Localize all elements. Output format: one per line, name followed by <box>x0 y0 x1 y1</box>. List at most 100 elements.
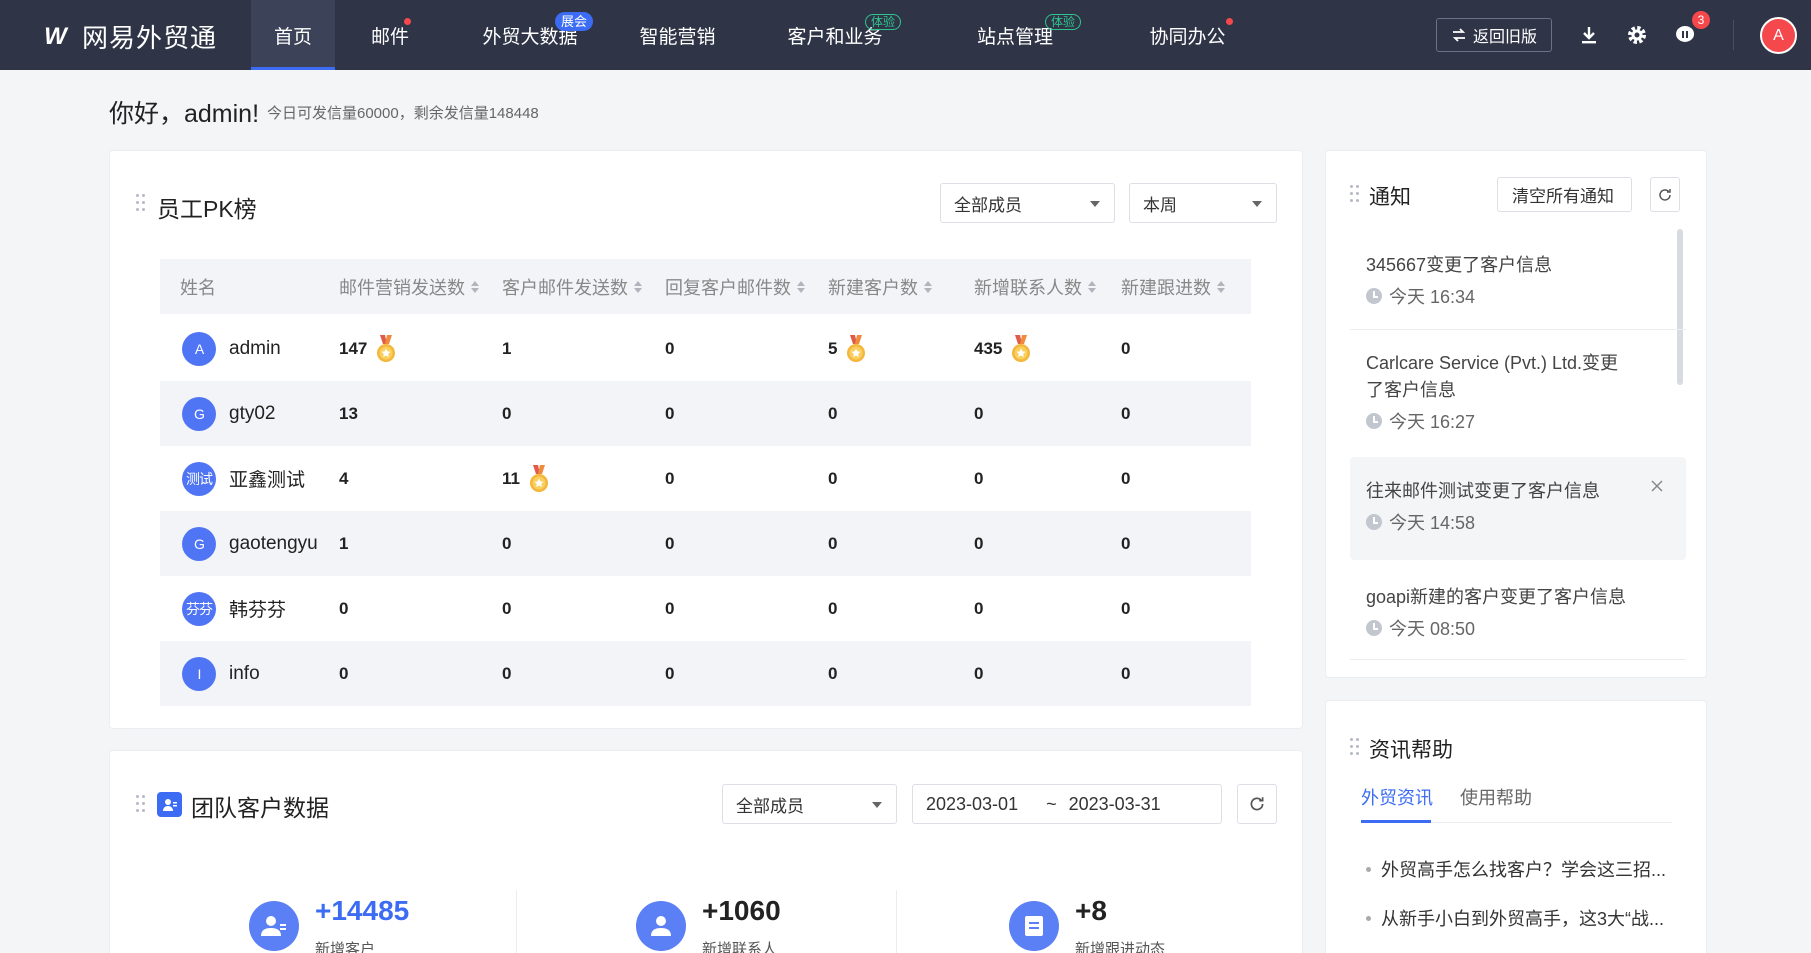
clock-icon <box>1366 413 1382 429</box>
notification-text: goapi新建的客户变更了客户信息 <box>1366 587 1627 607</box>
nav-mail[interactable]: 邮件 <box>335 0 445 70</box>
switch-icon <box>1452 28 1466 42</box>
new-contact-icon <box>636 901 686 951</box>
divider <box>896 890 897 953</box>
app-logo[interactable]: W 网易外贸通 <box>36 18 217 55</box>
metric-value: 0 <box>502 663 512 683</box>
nav-home[interactable]: 首页 <box>251 0 335 70</box>
stat-value: +14485 <box>315 895 410 926</box>
clock-icon <box>1366 514 1382 530</box>
notification-item[interactable]: 345667变更了客户信息 今天 16:34 <box>1350 242 1686 327</box>
stat-label: 新增联系人 <box>702 941 778 953</box>
member-select[interactable]: 全部成员 <box>722 784 897 824</box>
metric-value: 147 <box>339 338 368 358</box>
nav-smart-marketing[interactable]: 智能营销 <box>615 0 740 70</box>
metric-value: 0 <box>1121 468 1131 488</box>
metric-cell: 0 <box>1121 381 1130 446</box>
drag-handle-icon[interactable] <box>1350 185 1360 203</box>
notification-item[interactable]: Carlcare Service (Pvt.) Ltd.变更 了客户信息 今天 … <box>1350 340 1686 450</box>
employee-avatar: 芬芬 <box>182 591 216 626</box>
metric-value: 0 <box>665 338 675 358</box>
employee-avatar: 测试 <box>182 461 216 496</box>
employee-name-cell: Ggty02 <box>182 381 275 446</box>
employee-name: info <box>229 662 260 684</box>
chevron-down-icon <box>1090 201 1100 207</box>
metric-value: 0 <box>974 598 984 618</box>
col-replies[interactable]: 回复客户邮件数 <box>665 274 805 300</box>
metric-value: 0 <box>974 403 984 423</box>
stat-value: +1060 <box>702 895 781 926</box>
employee-avatar: A <box>182 331 216 366</box>
tab-usage-help[interactable]: 使用帮助 <box>1460 784 1532 810</box>
metric-value: 0 <box>339 598 349 618</box>
gear-icon[interactable] <box>1624 22 1650 48</box>
metric-cell: 0 <box>1121 511 1130 576</box>
notification-item[interactable]: goapi新建的客户变更了客户信息 今天 08:50 <box>1350 570 1686 658</box>
metric-value: 0 <box>502 598 512 618</box>
gold-medal-icon <box>528 464 550 493</box>
employee-name-cell: Aadmin <box>182 316 281 381</box>
greeting-title: 你好，admin! <box>109 100 260 128</box>
notification-item-hovered[interactable]: 往来邮件测试变更了客户信息 今天 14:58 <box>1350 457 1686 560</box>
nav-label: 邮件 <box>370 26 409 48</box>
col-marketing-sent[interactable]: 邮件营销发送数 <box>339 274 479 300</box>
nav-collab-office[interactable]: 协同办公 <box>1100 0 1275 70</box>
tab-active-indicator <box>1361 820 1431 823</box>
refresh-button[interactable] <box>1237 784 1277 824</box>
followup-icon <box>1009 901 1059 951</box>
nav-customers[interactable]: 客户和业务 体验 <box>740 0 930 70</box>
employee-name-cell: 测试 亚鑫测试 <box>182 446 305 511</box>
select-value: 全部成员 <box>954 195 1022 215</box>
download-icon[interactable] <box>1576 22 1602 48</box>
metric-cell: 0 <box>974 446 983 511</box>
table-row: 测试 亚鑫测试 4 11 0 0 0 0 <box>160 446 1251 511</box>
metric-value: 0 <box>665 533 675 553</box>
refresh-button[interactable] <box>1650 177 1680 212</box>
article-link[interactable]: 从新手小白到外贸高手，这3大“战... <box>1361 905 1664 931</box>
metric-cell: 1 <box>339 511 348 576</box>
metric-cell: 0 <box>974 381 983 446</box>
panel-title: 资讯帮助 <box>1369 739 1453 762</box>
divider <box>1350 329 1686 330</box>
col-new-customers[interactable]: 新建客户数 <box>828 274 932 300</box>
drag-handle-icon[interactable] <box>136 795 146 813</box>
select-value: 全部成员 <box>736 796 804 816</box>
notification-time: 今天 16:27 <box>1366 408 1475 434</box>
metric-value: 435 <box>974 338 1003 358</box>
clock-icon <box>1366 288 1382 304</box>
metric-value: 0 <box>502 403 512 423</box>
nav-label: 站点管理 <box>976 26 1053 48</box>
drag-handle-icon[interactable] <box>136 194 146 212</box>
employee-name-cell: Iinfo <box>182 641 260 706</box>
nav-trade-data[interactable]: 外贸大数据 展会 <box>445 0 615 70</box>
clear-all-notifications-button[interactable]: 清空所有通知 <box>1497 177 1632 212</box>
article-link[interactable]: 外贸高手怎么找客户？学会这三招... <box>1361 856 1666 882</box>
metric-value: 0 <box>828 468 838 488</box>
notification-text: 往来邮件测试变更了客户信息 <box>1366 481 1600 501</box>
main-nav: 首页 邮件 外贸大数据 展会 智能营销 客户和业务 体验 站点管理 体验 协同办公 <box>251 0 1275 70</box>
nav-site-manage[interactable]: 站点管理 体验 <box>930 0 1100 70</box>
date-range-picker[interactable]: 2023-03-01 ~ 2023-03-31 <box>912 784 1222 824</box>
user-avatar[interactable]: A <box>1760 17 1797 54</box>
close-icon[interactable] <box>1650 479 1664 493</box>
metric-value: 0 <box>1121 403 1131 423</box>
trial-badge: 体验 <box>1045 14 1082 30</box>
chevron-down-icon <box>872 802 882 808</box>
member-select[interactable]: 全部成员 <box>940 183 1115 223</box>
col-customer-sent[interactable]: 客户邮件发送数 <box>502 274 642 300</box>
metric-value: 0 <box>974 663 984 683</box>
employee-avatar: G <box>182 396 216 431</box>
period-select[interactable]: 本周 <box>1129 183 1277 223</box>
notification-text: 345667变更了客户信息 <box>1366 255 1553 275</box>
chevron-down-icon <box>1252 201 1262 207</box>
metric-value: 0 <box>828 403 838 423</box>
tab-trade-news[interactable]: 外贸资讯 <box>1361 784 1433 810</box>
return-old-version-button[interactable]: 返回旧版 <box>1436 18 1552 52</box>
col-new-contacts[interactable]: 新增联系人数 <box>974 274 1096 300</box>
metric-cell: 0 <box>502 381 511 446</box>
col-new-followups[interactable]: 新建跟进数 <box>1121 274 1225 300</box>
col-name: 姓名 <box>180 277 216 298</box>
table-row: Ggty02 13 0 0 0 0 0 <box>160 381 1251 446</box>
stat-value: +8 <box>1075 895 1107 926</box>
drag-handle-icon[interactable] <box>1350 738 1360 756</box>
